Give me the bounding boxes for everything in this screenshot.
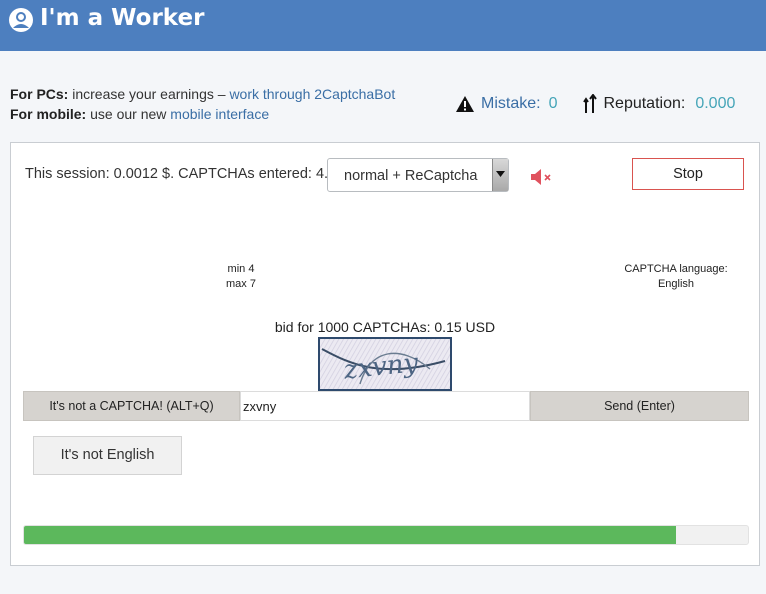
captcha-language: CAPTCHA language: English (611, 262, 741, 292)
mobile-label: For mobile: (10, 106, 87, 122)
reputation-label: Reputation: (603, 95, 686, 112)
mobile-text: use our new (90, 106, 167, 122)
pc-text: increase your earnings – (72, 86, 226, 102)
min-length: min 4 (227, 263, 255, 275)
captcha-image: zxvny (318, 337, 452, 391)
info-block: For PCs: increase your earnings – work t… (10, 84, 395, 124)
worker-stats: Mistake: 0 Reputation: 0.000 (455, 92, 735, 116)
max-length: max 7 (226, 278, 256, 290)
mistake-value: 0 (548, 95, 558, 112)
warning-icon (456, 96, 474, 112)
captcha-language-label: CAPTCHA language: (624, 263, 728, 275)
header-bar: I'm a Worker (0, 0, 766, 51)
info-pc-line: For PCs: increase your earnings – work t… (10, 84, 395, 104)
select-arrow[interactable] (492, 159, 508, 191)
progress-fill (24, 526, 676, 544)
answer-length-limits: min 4 max 7 (211, 262, 271, 292)
reputation-icon (583, 94, 598, 113)
captcha-mode-value: normal + ReCaptcha (344, 168, 478, 184)
session-summary: This session: 0.0012 $. CAPTCHAs entered… (25, 166, 329, 182)
not-a-captcha-button[interactable]: It's not a CAPTCHA! (ALT+Q) (23, 391, 240, 421)
telegram-bot-link[interactable]: work through 2CaptchaBot (229, 86, 395, 102)
captcha-answer-input[interactable] (240, 391, 530, 421)
not-english-button[interactable]: It's not English (33, 436, 182, 475)
captcha-language-value: English (657, 278, 695, 290)
triangle-down-icon (496, 171, 505, 177)
answer-row: It's not a CAPTCHA! (ALT+Q) Send (Enter) (23, 391, 749, 421)
stop-button[interactable]: Stop (632, 158, 744, 190)
mistake-label: Mistake: (481, 95, 541, 112)
reputation-value: 0.000 (695, 95, 736, 112)
work-panel: This session: 0.0012 $. CAPTCHAs entered… (10, 142, 760, 566)
worker-icon (9, 8, 33, 32)
bid-text: bid for 1000 CAPTCHAs: 0.15 USD (274, 319, 496, 335)
sound-muted-icon[interactable] (529, 167, 555, 187)
mobile-interface-link[interactable]: mobile interface (170, 106, 269, 122)
pc-label: For PCs: (10, 86, 69, 102)
page-title: I'm a Worker (40, 5, 205, 31)
captcha-mode-select[interactable]: normal + ReCaptcha (327, 158, 509, 192)
send-button[interactable]: Send (Enter) (530, 391, 749, 421)
progress-bar (23, 525, 749, 545)
info-mobile-line: For mobile: use our new mobile interface (10, 104, 395, 124)
